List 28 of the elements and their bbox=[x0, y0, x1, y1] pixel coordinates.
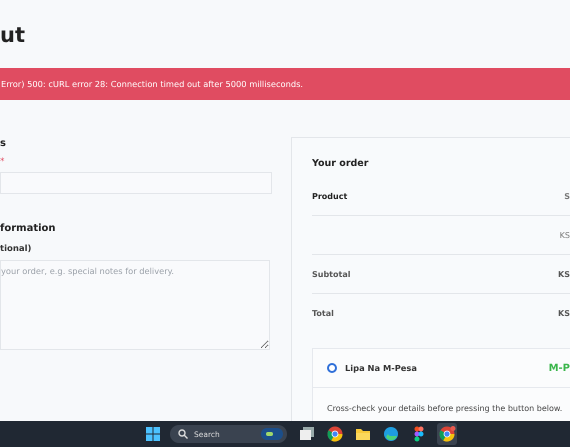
search-icon[interactable] bbox=[178, 429, 188, 439]
payment-note: Cross-check your details before pressing the button below. bbox=[327, 403, 564, 415]
page-title: ut bbox=[0, 22, 26, 49]
taskbar-app[interactable] bbox=[437, 423, 457, 445]
row-label: Total bbox=[312, 308, 334, 318]
section-heading: s bbox=[0, 137, 6, 151]
payment-method-label[interactable]: Lipa Na M-Pesa bbox=[345, 363, 417, 373]
windows-icon[interactable] bbox=[146, 427, 160, 441]
error-banner: Error) 500: cURL error 28: Connection timed out after 5000 milliseconds. bbox=[0, 68, 570, 100]
field-label: tional) bbox=[0, 244, 32, 254]
window-stack-icon bbox=[298, 426, 316, 442]
amount: KS bbox=[558, 270, 570, 278]
notes-field[interactable]: your order, e.g. special notes for delivery. bbox=[0, 260, 270, 350]
column-heading: S bbox=[564, 192, 570, 200]
widget-icon[interactable] bbox=[261, 428, 283, 440]
edge-icon bbox=[382, 426, 400, 442]
order-title: Your order bbox=[312, 158, 370, 171]
chrome-icon bbox=[326, 426, 344, 442]
amount: KS bbox=[560, 230, 570, 240]
section-heading: formation bbox=[0, 222, 56, 236]
column-heading: Product bbox=[312, 192, 348, 200]
folder-icon bbox=[354, 426, 372, 442]
required-mark: * bbox=[0, 157, 4, 169]
amount: KS bbox=[558, 308, 570, 318]
chrome-icon bbox=[438, 426, 456, 442]
mpesa-logo: M-P bbox=[548, 362, 570, 374]
row-label: Subtotal bbox=[312, 270, 350, 278]
radio-button[interactable] bbox=[327, 363, 337, 373]
